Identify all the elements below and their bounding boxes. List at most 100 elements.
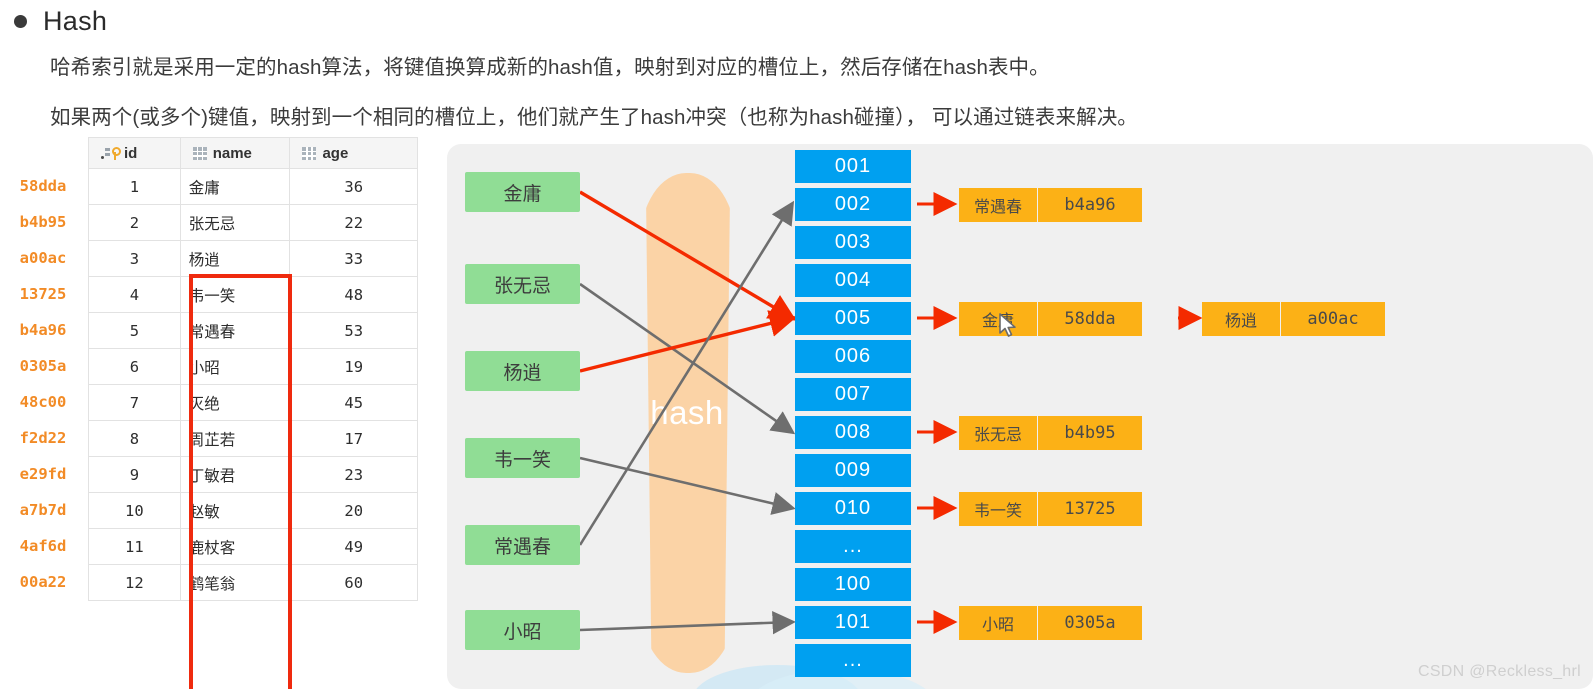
cell-name: 丁敏君 — [179, 456, 291, 493]
cell-age: 22 — [289, 204, 418, 241]
key-box[interactable]: 小昭 — [465, 610, 580, 650]
key-box[interactable]: 韦一笑 — [465, 438, 580, 478]
cell-name: 杨逍 — [179, 240, 291, 277]
hash-slot[interactable]: ... — [795, 644, 911, 677]
hash-slot[interactable]: 007 — [795, 378, 911, 411]
table-row[interactable]: 5 常遇春 53 — [88, 312, 418, 349]
chain-node-hash[interactable]: b4b95 — [1038, 416, 1142, 450]
hash-slot[interactable]: 004 — [795, 264, 911, 297]
hash-slot[interactable]: 008 — [795, 416, 911, 449]
hash-slot[interactable]: 003 — [795, 226, 911, 259]
cell-age: 53 — [289, 312, 418, 349]
table-body: 1 金庸 36 2 张无忌 22 3 杨逍 33 4 韦一笑 48 5 常遇春 53 6 小昭 19 7 灭绝 45 8 周… — [88, 168, 418, 601]
hash-slot[interactable]: 009 — [795, 454, 911, 487]
hash-value: b4b95 — [19, 213, 67, 231]
key-box[interactable]: 杨逍 — [465, 351, 580, 391]
chain-node-name[interactable]: 小昭 — [959, 606, 1037, 640]
hash-funnel-label: hash — [650, 394, 724, 431]
chain-node-name[interactable]: 金庸 — [959, 302, 1037, 336]
hash-slot[interactable]: 005 — [795, 302, 911, 335]
cell-age: 48 — [289, 276, 418, 313]
hash-value: 58dda — [19, 177, 67, 195]
hash-value: f2d22 — [19, 429, 67, 447]
cell-name: 周芷若 — [179, 420, 291, 457]
table-column-icon — [192, 146, 207, 160]
cell-name: 鹿杖客 — [179, 528, 291, 565]
table-row[interactable]: 7 灭绝 45 — [88, 384, 418, 421]
hash-value: 48c00 — [19, 393, 67, 411]
hash-value: b4a96 — [19, 321, 67, 339]
table-column-icon — [302, 146, 317, 160]
hash-diagram-panel: hash 金庸 张无忌 杨逍 韦一笑 常遇春 小昭 001 002 003 004 005 006 0… — [447, 144, 1593, 689]
cell-age: 60 — [289, 564, 418, 601]
chain-node-hash[interactable]: 13725 — [1038, 492, 1142, 526]
chain-node-name[interactable]: 韦一笑 — [959, 492, 1037, 526]
column-header-name[interactable]: name — [179, 137, 291, 169]
hash-value: 00a22 — [19, 573, 67, 591]
cell-id: 3 — [88, 240, 181, 277]
cell-age: 36 — [289, 168, 418, 205]
chain-node-name[interactable]: 常遇春 — [959, 188, 1037, 222]
paragraph-2: 如果两个(或多个)键值，映射到一个相同的槽位上，他们就产生了hash冲突（也称为… — [50, 106, 1138, 129]
records-table: id name age 1 金庸 36 2 张无忌 22 3 杨逍 33 4 韦… — [88, 137, 418, 601]
bullet-icon — [14, 14, 27, 28]
key-box[interactable]: 常遇春 — [465, 525, 580, 565]
cell-id: 12 — [88, 564, 181, 601]
chain-node-name[interactable]: 杨逍 — [1202, 302, 1280, 336]
cell-id: 4 — [88, 276, 181, 313]
key-box[interactable]: 张无忌 — [465, 264, 580, 304]
cell-age: 19 — [289, 348, 418, 385]
cell-name: 小昭 — [179, 348, 291, 385]
hash-value: 13725 — [19, 285, 67, 303]
cell-id: 11 — [88, 528, 181, 565]
table-row[interactable]: 9 丁敏君 23 — [88, 456, 418, 493]
key-box[interactable]: 金庸 — [465, 172, 580, 212]
table-header-row: id name age — [88, 137, 418, 169]
hash-slot[interactable]: 101 — [795, 606, 911, 639]
hash-value: e29fd — [19, 465, 67, 483]
hash-slot[interactable]: 006 — [795, 340, 911, 373]
table-row[interactable]: 2 张无忌 22 — [88, 204, 418, 241]
table-row[interactable]: 3 杨逍 33 — [88, 240, 418, 277]
cell-id: 7 — [88, 384, 181, 421]
cell-name: 金庸 — [179, 168, 291, 205]
column-header-age[interactable]: age — [289, 137, 418, 169]
table-row[interactable]: 12 鹤笔翁 60 — [88, 564, 418, 601]
hash-slot[interactable]: 001 — [795, 150, 911, 183]
cell-name: 赵敏 — [179, 492, 291, 529]
chain-node-hash[interactable]: b4a96 — [1038, 188, 1142, 222]
table-row[interactable]: 4 韦一笑 48 — [88, 276, 418, 313]
hash-value: a7b7d — [19, 501, 67, 519]
cell-name: 常遇春 — [179, 312, 291, 349]
column-header-id[interactable]: id — [88, 137, 181, 169]
hash-slot[interactable]: 002 — [795, 188, 911, 221]
column-header-name-label: name — [212, 144, 252, 162]
cell-age: 17 — [289, 420, 418, 457]
cell-age: 20 — [289, 492, 418, 529]
table-row[interactable]: 6 小昭 19 — [88, 348, 418, 385]
watermark-text: CSDN @Reckless_hrl — [1417, 663, 1581, 680]
page-title: Hash — [43, 5, 108, 36]
chain-node-hash[interactable]: a00ac — [1281, 302, 1385, 336]
cell-name: 张无忌 — [179, 204, 291, 241]
cell-id: 5 — [88, 312, 181, 349]
cell-name: 鹤笔翁 — [179, 564, 291, 601]
hash-slot[interactable]: ... — [795, 530, 911, 563]
table-row[interactable]: 11 鹿杖客 49 — [88, 528, 418, 565]
chain-node-name[interactable]: 张无忌 — [959, 416, 1037, 450]
table-row[interactable]: 1 金庸 36 — [88, 168, 418, 205]
cell-name: 灭绝 — [179, 384, 291, 421]
table-row[interactable]: 8 周芷若 17 — [88, 420, 418, 457]
cell-id: 8 — [88, 420, 181, 457]
cell-age: 49 — [289, 528, 418, 565]
hash-slot[interactable]: 010 — [795, 492, 911, 525]
cell-age: 45 — [289, 384, 418, 421]
table-row[interactable]: 10 赵敏 20 — [88, 492, 418, 529]
chain-node-hash[interactable]: 0305a — [1038, 606, 1142, 640]
cell-name: 韦一笑 — [179, 276, 291, 313]
cell-id: 1 — [88, 168, 181, 205]
hash-slot[interactable]: 100 — [795, 568, 911, 601]
chain-node-hash[interactable]: 58dda — [1038, 302, 1142, 336]
hash-value: 0305a — [19, 357, 67, 375]
page-root: Hash 哈希索引就是采用一定的hash算法，将键值换算成新的hash值，映射到… — [0, 0, 1593, 689]
